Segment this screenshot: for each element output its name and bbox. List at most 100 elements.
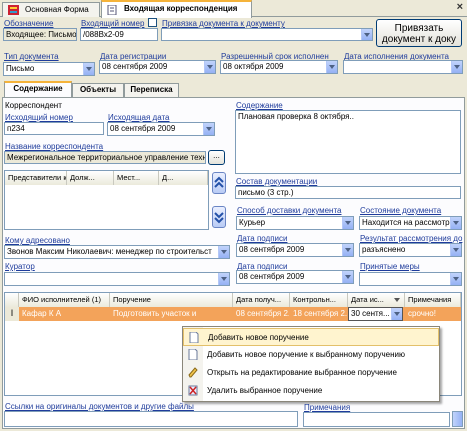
registration-date-value: 08 сентября 2009 <box>102 62 168 71</box>
table-cell: 30 сентя... <box>351 309 390 318</box>
outgoing-number-field[interactable]: п234 <box>4 122 104 135</box>
tab-content[interactable]: Содержание <box>4 81 72 98</box>
menu-item-edit-order[interactable]: Открыть на редактирование выбранное пору… <box>183 364 439 382</box>
signature-date-2-value: 08 сентября 2009 <box>239 272 305 281</box>
curator-select[interactable] <box>4 272 230 286</box>
document-icon <box>107 5 117 15</box>
addressed-to-label: Кому адресовано <box>5 236 70 245</box>
column-header[interactable]: Дата получ... <box>233 293 290 307</box>
composition-field[interactable]: письмо (3 стр.) <box>235 186 461 199</box>
registration-date-picker[interactable]: 08 сентября 2009 <box>99 60 216 74</box>
binding-select[interactable] <box>161 28 373 41</box>
delivery-method-select[interactable]: Курьер <box>236 216 354 230</box>
double-chevron-up-icon <box>214 176 224 188</box>
chevron-down-icon <box>326 61 337 73</box>
tab-objects[interactable]: Объекты <box>72 83 124 97</box>
row-cursor-icon: I <box>5 307 19 321</box>
links-label: Ссылки на оригиналы документов и другие … <box>5 402 194 411</box>
menu-item-add-order[interactable]: Добавить новое поручение <box>183 328 439 346</box>
table-cell: 08 сентября 2... <box>236 309 289 318</box>
menu-item-label: Удалить выбранное поручение <box>207 386 323 395</box>
table-cell: Кафар К А <box>22 309 62 318</box>
addressed-to-select[interactable]: Звонов Максим Николаевич: менеджер по ст… <box>4 245 230 259</box>
new-doc-icon <box>189 332 199 343</box>
tab-main-form[interactable]: Основная Форма <box>2 2 100 17</box>
chevron-down-icon <box>203 123 214 135</box>
signature-date-label: Дата подписи <box>237 234 288 243</box>
column-header[interactable]: Дата ис... <box>348 293 405 307</box>
deadline-date-value: 08 октября 2009 <box>223 62 284 71</box>
deadline-date-picker[interactable]: 08 октября 2009 <box>220 60 338 74</box>
tab-correspondence[interactable]: Переписка <box>124 83 179 97</box>
chevron-down-icon <box>342 271 353 283</box>
column-header[interactable]: Долж... <box>67 171 114 185</box>
column-header[interactable]: Примечания <box>405 293 461 307</box>
date-cell-editor[interactable]: 30 сентя... <box>348 307 403 321</box>
outgoing-date-label: Исходящая дата <box>108 113 170 122</box>
outgoing-number-label: Исходящий номер <box>5 113 73 122</box>
measures-select[interactable] <box>359 272 462 286</box>
signature-date-picker[interactable]: 08 сентября 2009 <box>236 243 354 257</box>
outgoing-date-picker[interactable]: 08 сентября 2009 <box>107 122 215 136</box>
sort-down-icon <box>394 298 400 302</box>
menu-item-add-sub-order[interactable]: Добавить новое поручение к выбранному по… <box>183 346 439 364</box>
review-result-label: Результат рассмотрения до <box>360 234 463 243</box>
representatives-table: Представители к... Долж... Мест... Д... <box>4 170 209 230</box>
document-tab-bar: Основная Форма Входящая корреспонденция … <box>0 0 467 18</box>
edit-icon <box>188 367 198 378</box>
column-header-label: Дата ис... <box>351 295 384 304</box>
document-state-value: Находится на рассмотр <box>362 218 450 227</box>
outgoing-date-value: 08 сентября 2009 <box>110 124 176 133</box>
addressed-to-value: Звонов Максим Николаевич: менеджер по ст… <box>7 247 212 256</box>
move-down-button[interactable] <box>212 206 226 228</box>
column-header[interactable]: Контрольн... <box>290 293 348 307</box>
bind-document-button[interactable]: Привязать документ к доку <box>376 19 462 47</box>
signature-date-2-picker[interactable]: 08 сентября 2009 <box>236 270 354 284</box>
links-field[interactable] <box>4 411 298 427</box>
chevron-down-icon <box>361 29 372 40</box>
table-row[interactable]: I Кафар К А Подготовить участок и 08 сен… <box>5 307 461 321</box>
content-label: Содержание <box>236 101 283 110</box>
document-type-label: Тип документа <box>4 52 59 61</box>
chevron-down-icon <box>83 63 94 75</box>
document-type-value: Письмо <box>6 64 35 73</box>
close-icon[interactable]: × <box>457 1 463 13</box>
correspondent-name-field: Межрегиональное территориальное управлен… <box>4 151 206 164</box>
scrollbar[interactable] <box>452 411 463 427</box>
document-state-select[interactable]: Находится на рассмотр <box>359 216 462 230</box>
tab-incoming-correspondence[interactable]: Входящая корреспонденция <box>101 0 252 18</box>
column-header[interactable]: Мест... <box>114 171 159 185</box>
menu-item-delete-order[interactable]: Удалить выбранное поручение <box>183 382 439 400</box>
chevron-down-icon <box>218 273 229 285</box>
correspondent-title: Корреспондент <box>5 101 62 110</box>
chevron-down-icon <box>391 308 402 320</box>
signature-date-value: 08 сентября 2009 <box>239 245 305 254</box>
curator-label: Куратор <box>5 262 35 271</box>
new-doc-icon <box>188 349 198 360</box>
column-header[interactable]: Поручение <box>110 293 233 307</box>
content-textarea[interactable]: Плановая проверка 8 октября.. <box>235 110 461 174</box>
table-cell: Подготовить участок и <box>113 309 197 318</box>
choose-correspondent-button[interactable]: ... <box>208 150 225 165</box>
review-result-select[interactable]: разъяснено <box>359 243 462 257</box>
binding-label: Привязка документа к документу <box>162 19 285 28</box>
incoming-number-label: Входящий номер <box>81 19 145 28</box>
incoming-number-checkbox[interactable] <box>148 18 157 27</box>
move-up-button[interactable] <box>212 172 226 194</box>
column-header[interactable]: Представители к... <box>5 171 67 185</box>
context-menu: Добавить новое поручение Добавить новое … <box>182 326 440 402</box>
column-header[interactable]: ФИО исполнителей (1) <box>19 293 110 307</box>
execution-date-picker[interactable] <box>343 60 463 74</box>
chevron-down-icon <box>204 61 215 73</box>
tab-label: Основная Форма <box>25 5 89 14</box>
delivery-method-label: Способ доставки документа <box>237 206 342 215</box>
table-cell: срочно! <box>408 309 436 318</box>
incoming-number-field[interactable]: /088Вх2-09 <box>80 28 158 41</box>
double-chevron-down-icon <box>214 212 224 224</box>
document-type-select[interactable]: Письмо <box>3 62 95 76</box>
chevron-down-icon <box>451 61 462 73</box>
table-cell: 18 сентября 2... <box>293 309 347 318</box>
chevron-down-icon <box>218 246 229 258</box>
column-header[interactable]: Д... <box>159 171 208 185</box>
notes-field[interactable] <box>303 412 450 427</box>
